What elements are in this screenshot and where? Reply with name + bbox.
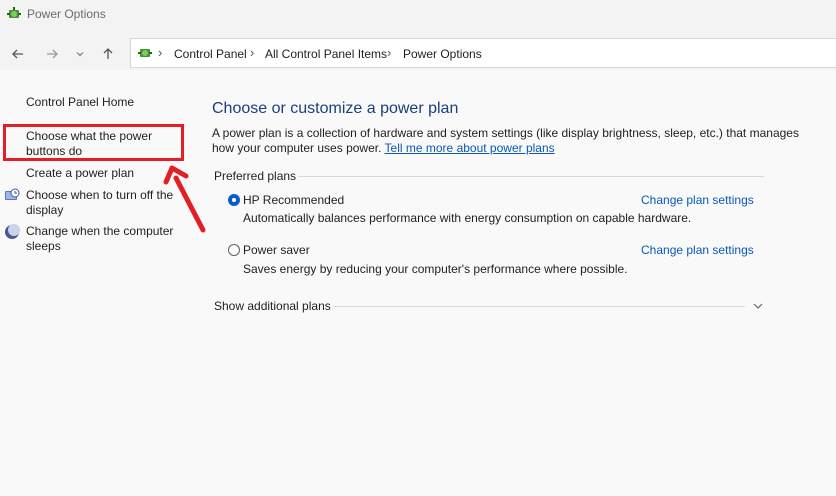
learn-more-link[interactable]: Tell me more about power plans	[385, 141, 555, 155]
recent-locations-button[interactable]	[70, 44, 90, 64]
breadcrumb-power-options[interactable]: Power Options	[403, 47, 482, 61]
choose-power-buttons-link-line1[interactable]: Choose what the power	[26, 129, 152, 144]
turn-off-display-link-line1[interactable]: Choose when to turn off the	[26, 188, 173, 203]
back-button[interactable]	[8, 44, 28, 64]
breadcrumb-all-items[interactable]: All Control Panel Items	[265, 47, 387, 61]
hp-recommended-radio[interactable]	[228, 194, 240, 206]
hp-recommended-description: Automatically balances performance with …	[243, 211, 692, 225]
description-line1: A power plan is a collection of hardware…	[212, 126, 799, 140]
page-description: A power plan is a collection of hardware…	[212, 126, 802, 156]
breadcrumb-separator-icon: ›	[250, 45, 255, 60]
power-saver-description: Saves energy by reducing your computer's…	[243, 262, 628, 276]
window-title: Power Options	[27, 7, 106, 21]
navigation-bar: › Control Panel › All Control Panel Item…	[0, 38, 836, 70]
control-panel-home-link[interactable]: Control Panel Home	[26, 95, 134, 110]
monitor-clock-icon	[5, 188, 20, 200]
title-bar: Power Options	[0, 0, 836, 28]
address-bar[interactable]: › Control Panel › All Control Panel Item…	[130, 38, 836, 68]
computer-sleeps-link-line2[interactable]: sleeps	[26, 239, 61, 254]
hp-recommended-label[interactable]: HP Recommended	[243, 193, 344, 207]
computer-sleeps-link-line1[interactable]: Change when the computer	[26, 224, 173, 239]
chevron-down-icon	[76, 52, 84, 57]
forward-arrow-icon	[47, 49, 58, 59]
preferred-plans-divider	[298, 176, 764, 177]
change-plan-settings-link-hp[interactable]: Change plan settings	[641, 193, 754, 207]
power-saver-radio[interactable]	[228, 244, 240, 256]
description-line2: how your computer uses power.	[212, 141, 385, 155]
breadcrumb-separator-icon: ›	[387, 45, 392, 60]
power-saver-label[interactable]: Power saver	[243, 243, 310, 257]
turn-off-display-link-line2[interactable]: display	[26, 203, 63, 218]
show-additional-plans-label[interactable]: Show additional plans	[214, 299, 331, 313]
page-title: Choose or customize a power plan	[212, 100, 459, 117]
change-plan-settings-link-saver[interactable]: Change plan settings	[641, 243, 754, 257]
expand-chevron-icon[interactable]	[752, 300, 764, 312]
breadcrumb-control-panel[interactable]: Control Panel	[174, 47, 247, 61]
forward-button[interactable]	[42, 44, 62, 64]
back-arrow-icon	[12, 49, 23, 59]
up-button[interactable]	[98, 44, 118, 64]
breadcrumb-separator-icon: ›	[158, 45, 163, 60]
additional-plans-divider	[333, 306, 745, 307]
moon-icon	[5, 224, 20, 239]
choose-power-buttons-link-line2[interactable]: buttons do	[26, 144, 82, 159]
preferred-plans-label: Preferred plans	[214, 169, 297, 183]
power-options-icon	[7, 7, 21, 18]
create-power-plan-link[interactable]: Create a power plan	[26, 166, 134, 181]
up-arrow-icon	[103, 48, 113, 59]
control-panel-icon	[138, 49, 152, 57]
